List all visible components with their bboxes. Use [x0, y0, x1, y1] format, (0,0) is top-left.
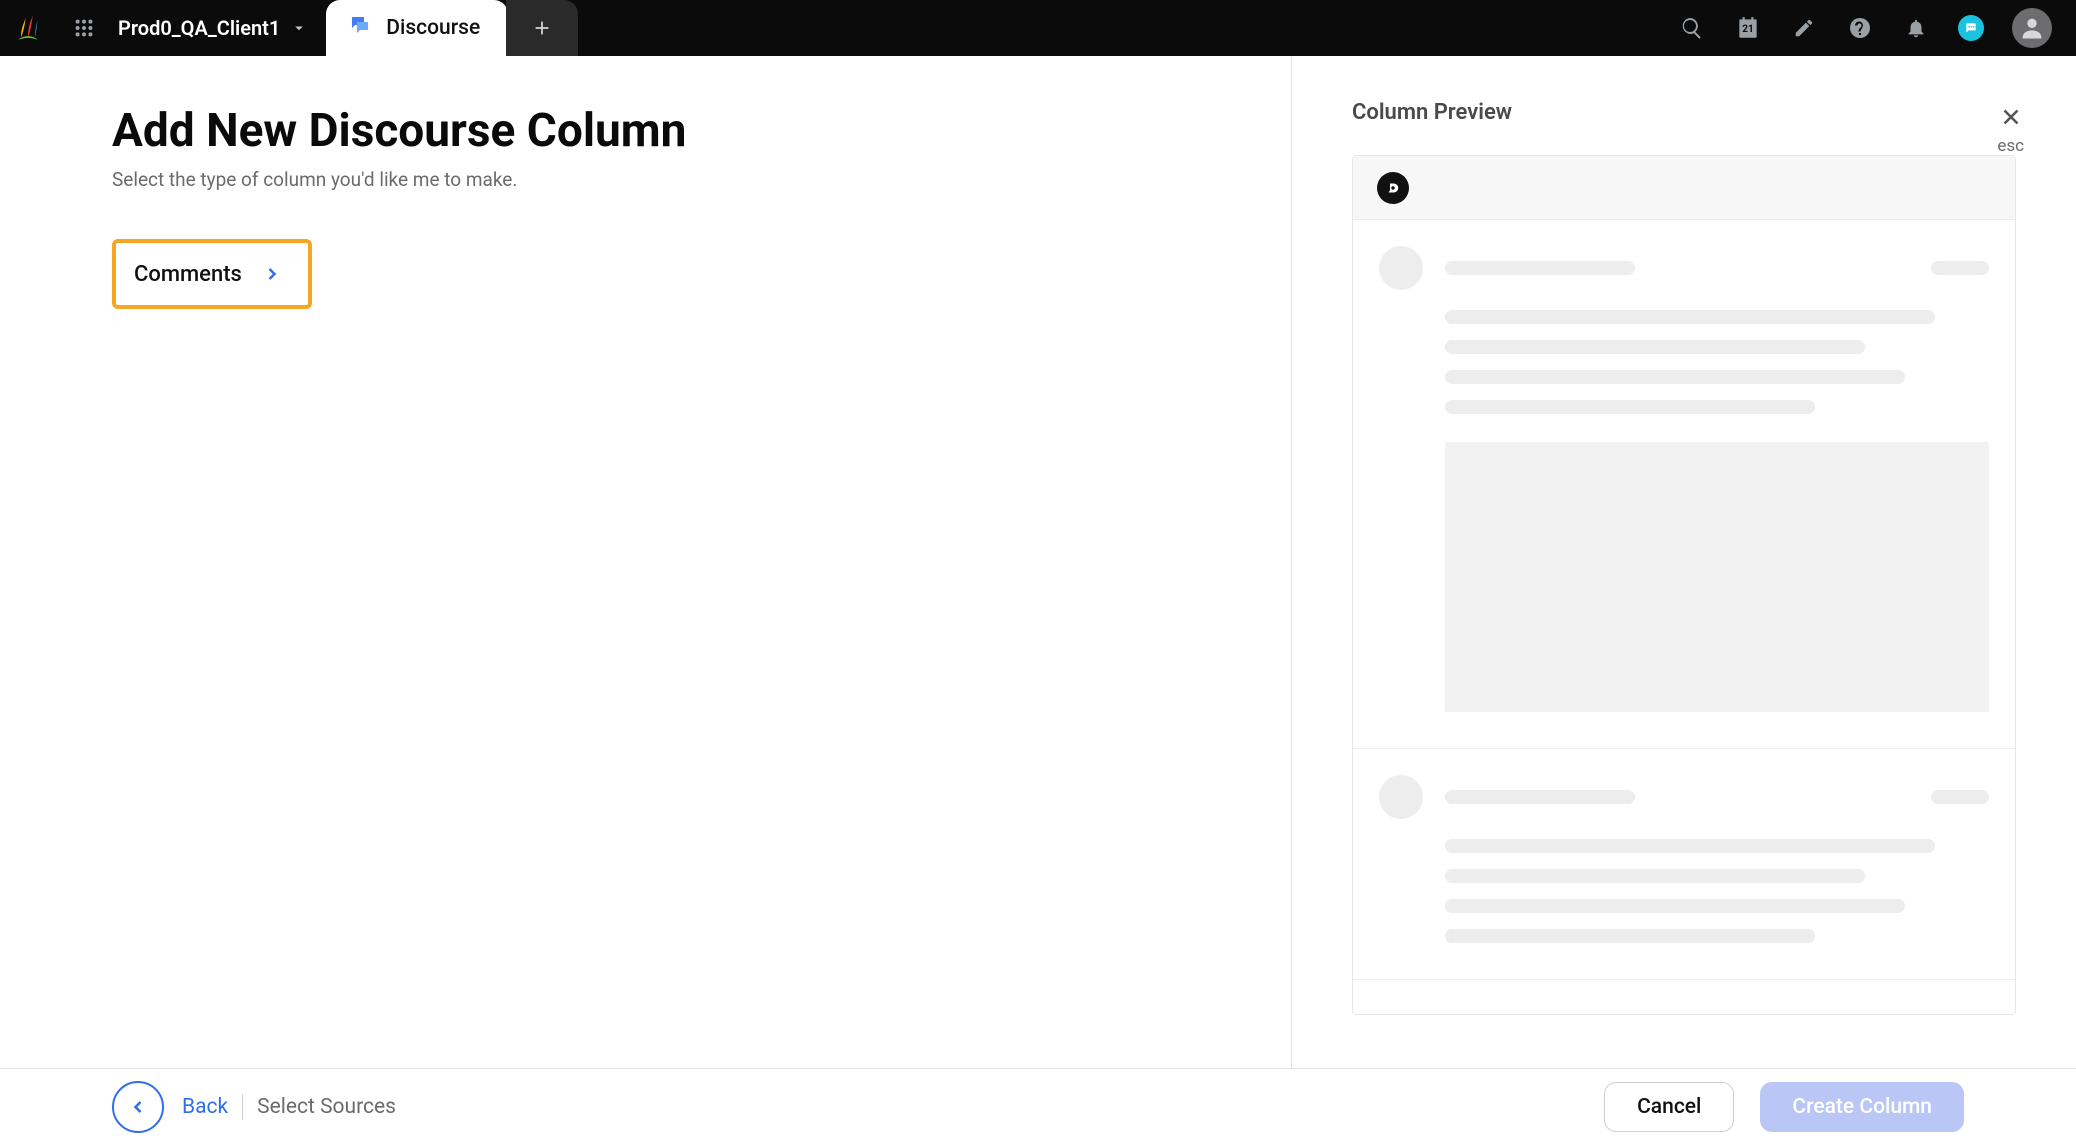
main-content: Add New Discourse Column Select the type…: [0, 56, 2076, 1068]
search-icon: [1680, 16, 1704, 40]
app-logo[interactable]: [0, 0, 56, 56]
skeleton-line: [1445, 370, 1905, 384]
profile-avatar[interactable]: [2012, 8, 2052, 48]
chat-tab-icon: [348, 13, 372, 43]
back-label[interactable]: Back: [182, 1095, 228, 1119]
avatar-icon: [2012, 8, 2052, 48]
topbar-actions: 21: [1678, 8, 2076, 48]
skeleton-post: [1353, 749, 2015, 980]
chevron-left-icon: [128, 1097, 148, 1117]
workspace-switcher[interactable]: Prod0_QA_Client1: [112, 16, 326, 40]
preview-card-header: [1353, 156, 2015, 220]
footer-bar: Back Select Sources Cancel Create Column: [0, 1068, 2076, 1144]
app-launcher-button[interactable]: [56, 0, 112, 56]
skeleton-image: [1445, 442, 1989, 712]
vertical-divider: [242, 1094, 243, 1120]
chevron-down-icon: [290, 19, 308, 37]
pencil-icon: [1793, 17, 1815, 39]
close-button[interactable]: esc: [1997, 104, 2024, 156]
help-button[interactable]: [1846, 14, 1874, 42]
search-button[interactable]: [1678, 14, 1706, 42]
preview-card: [1352, 155, 2016, 1015]
skeleton-line: [1931, 790, 1989, 804]
option-comments[interactable]: Comments: [112, 239, 312, 309]
skeleton-line: [1445, 790, 1635, 804]
skeleton-line: [1445, 310, 1935, 324]
page-subtitle: Select the type of column you'd like me …: [112, 168, 1291, 191]
create-column-button[interactable]: Create Column: [1760, 1082, 1964, 1132]
chevron-right-icon: [262, 264, 282, 284]
skeleton-line: [1445, 340, 1865, 354]
plus-icon: [531, 17, 553, 39]
top-bar: Prod0_QA_Client1 Discourse 21: [0, 0, 2076, 56]
skeleton-avatar: [1379, 775, 1423, 819]
close-hint: esc: [1997, 136, 2024, 156]
page-title: Add New Discourse Column: [112, 104, 1291, 158]
new-tab-button[interactable]: [506, 0, 578, 56]
breadcrumb-step: Select Sources: [257, 1095, 396, 1119]
chat-bubble-icon: [1958, 15, 1984, 41]
preview-panel: Column Preview esc: [1292, 56, 2076, 1068]
back-button[interactable]: [112, 1081, 164, 1133]
apps-grid-icon: [73, 17, 95, 39]
skeleton-avatar: [1379, 246, 1423, 290]
help-icon: [1848, 16, 1872, 40]
compose-button[interactable]: [1790, 14, 1818, 42]
configure-panel: Add New Discourse Column Select the type…: [0, 56, 1292, 1068]
disqus-icon: [1377, 172, 1409, 204]
preview-title: Column Preview: [1352, 100, 2016, 125]
skeleton-line: [1931, 261, 1989, 275]
skeleton-line: [1445, 261, 1635, 275]
live-chat-button[interactable]: [1958, 14, 1984, 42]
skeleton-line: [1445, 839, 1935, 853]
skeleton-line: [1445, 400, 1815, 414]
notifications-button[interactable]: [1902, 14, 1930, 42]
sprinklr-logo-icon: [14, 14, 42, 42]
workspace-name: Prod0_QA_Client1: [118, 16, 280, 40]
skeleton-line: [1445, 899, 1905, 913]
cancel-button[interactable]: Cancel: [1604, 1082, 1734, 1132]
skeleton-post: [1353, 220, 2015, 749]
calendar-button[interactable]: 21: [1734, 14, 1762, 42]
skeleton-line: [1445, 869, 1865, 883]
option-label: Comments: [134, 262, 242, 287]
tab-label: Discourse: [386, 16, 480, 40]
skeleton-line: [1445, 929, 1815, 943]
bell-icon: [1905, 17, 1927, 39]
calendar-day: 21: [1740, 24, 1756, 36]
close-icon: [1998, 104, 2024, 130]
tab-discourse[interactable]: Discourse: [326, 0, 508, 56]
